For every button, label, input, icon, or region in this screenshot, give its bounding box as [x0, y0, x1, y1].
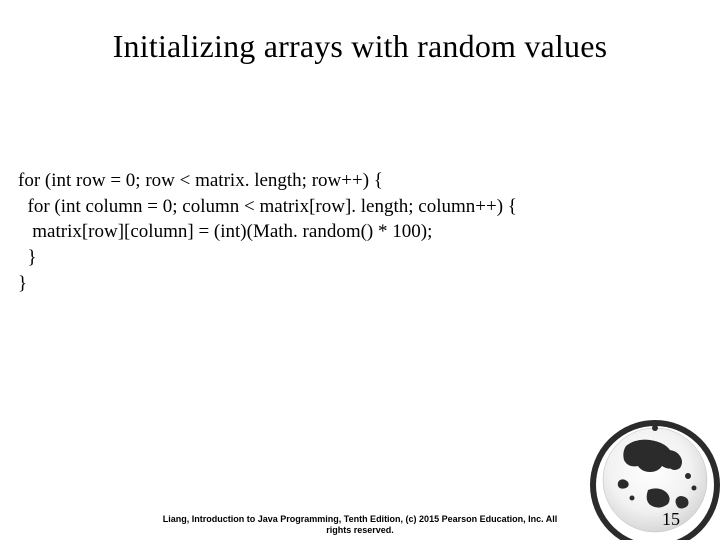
code-line-1: for (int row = 0; row < matrix. length; …	[18, 170, 383, 191]
code-line-5: }	[18, 273, 27, 294]
footer-line-2: rights reserved.	[326, 525, 394, 535]
code-block: for (int row = 0; row < matrix. length; …	[18, 168, 700, 296]
slide-title: Initializing arrays with random values	[0, 0, 720, 65]
code-line-2: for (int column = 0; column < matrix[row…	[18, 196, 517, 217]
footer-attribution: Liang, Introduction to Java Programming,…	[0, 514, 720, 537]
code-line-4: }	[18, 247, 37, 268]
code-line-3: matrix[row][column] = (int)(Math. random…	[18, 221, 432, 242]
page-number: 15	[662, 509, 680, 530]
footer-line-1: Liang, Introduction to Java Programming,…	[163, 514, 558, 524]
slide: Initializing arrays with random values f…	[0, 0, 720, 540]
